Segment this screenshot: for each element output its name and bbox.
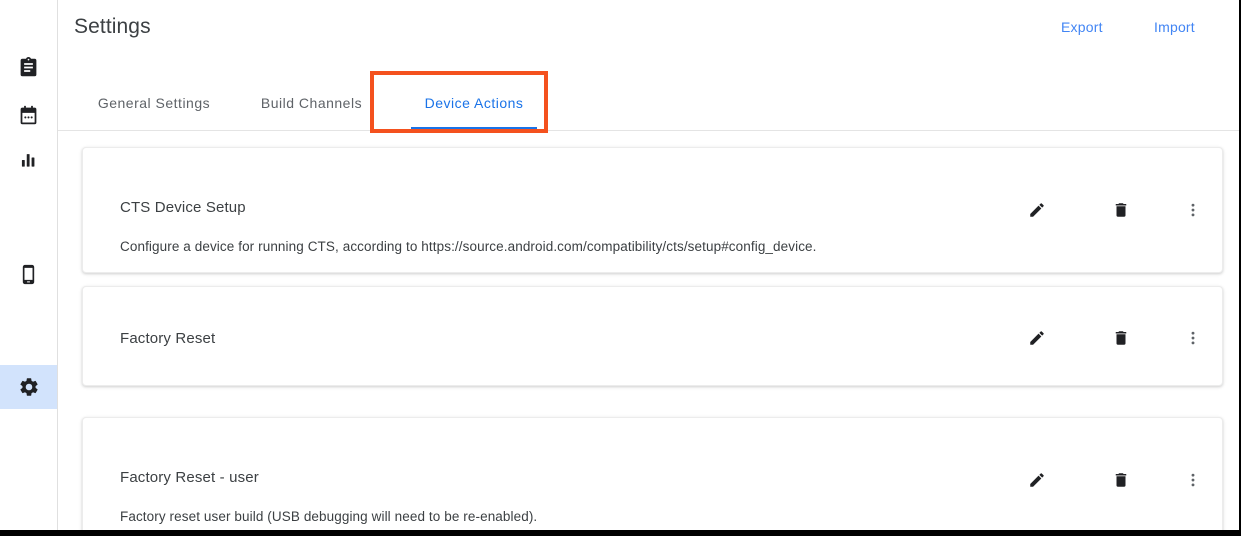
tab-general-settings[interactable]: General Settings bbox=[74, 78, 234, 130]
delete-icon bbox=[1112, 329, 1130, 347]
device-action-title: Factory Reset bbox=[120, 330, 216, 347]
calendar-icon bbox=[18, 105, 39, 126]
sidebar-item-clipboard[interactable] bbox=[0, 45, 57, 89]
sidebar-item-analytics[interactable] bbox=[0, 138, 57, 182]
delete-button[interactable] bbox=[1104, 321, 1138, 355]
edit-button[interactable] bbox=[1020, 321, 1054, 355]
export-button[interactable]: Export bbox=[1061, 19, 1103, 35]
tab-device-actions[interactable]: Device Actions bbox=[389, 78, 559, 130]
more-vert-icon bbox=[1184, 201, 1202, 219]
device-action-title: Factory Reset - user bbox=[120, 469, 259, 486]
edit-button[interactable] bbox=[1020, 193, 1054, 227]
more-vert-icon bbox=[1184, 471, 1202, 489]
gear-icon bbox=[18, 376, 40, 398]
app-window: Settings Export Import General Settings … bbox=[0, 0, 1241, 536]
edit-icon bbox=[1028, 471, 1046, 489]
sidebar-nav bbox=[0, 0, 58, 530]
device-actions-list: CTS Device Setup Configure a device for … bbox=[58, 131, 1239, 530]
more-options-button[interactable] bbox=[1176, 463, 1210, 497]
tab-bar: General Settings Build Channels Device A… bbox=[74, 78, 559, 130]
bar-chart-icon bbox=[19, 150, 39, 170]
tab-build-channels[interactable]: Build Channels bbox=[234, 78, 389, 130]
import-button[interactable]: Import bbox=[1154, 19, 1195, 35]
page-header: Settings Export Import General Settings … bbox=[58, 0, 1239, 131]
delete-button[interactable] bbox=[1104, 463, 1138, 497]
edit-icon bbox=[1028, 201, 1046, 219]
device-action-description: Factory reset user build (USB debugging … bbox=[120, 509, 538, 524]
more-options-button[interactable] bbox=[1176, 321, 1210, 355]
sidebar-item-settings[interactable] bbox=[0, 365, 57, 409]
page-title: Settings bbox=[74, 15, 151, 38]
device-action-card[interactable]: CTS Device Setup Configure a device for … bbox=[82, 147, 1223, 273]
device-action-card[interactable]: Factory Reset - user Factory reset user … bbox=[82, 417, 1223, 530]
delete-icon bbox=[1112, 471, 1130, 489]
more-vert-icon bbox=[1184, 329, 1202, 347]
edit-button[interactable] bbox=[1020, 463, 1054, 497]
sidebar-item-devices[interactable] bbox=[0, 252, 57, 296]
delete-icon bbox=[1112, 201, 1130, 219]
delete-button[interactable] bbox=[1104, 193, 1138, 227]
more-options-button[interactable] bbox=[1176, 193, 1210, 227]
phone-icon bbox=[18, 264, 39, 285]
device-action-card[interactable]: Factory Reset bbox=[82, 286, 1223, 386]
sidebar-item-calendar[interactable] bbox=[0, 93, 57, 137]
edit-icon bbox=[1028, 329, 1046, 347]
device-action-description: Configure a device for running CTS, acco… bbox=[120, 239, 817, 254]
device-action-title: CTS Device Setup bbox=[120, 199, 246, 216]
clipboard-icon bbox=[18, 56, 39, 78]
